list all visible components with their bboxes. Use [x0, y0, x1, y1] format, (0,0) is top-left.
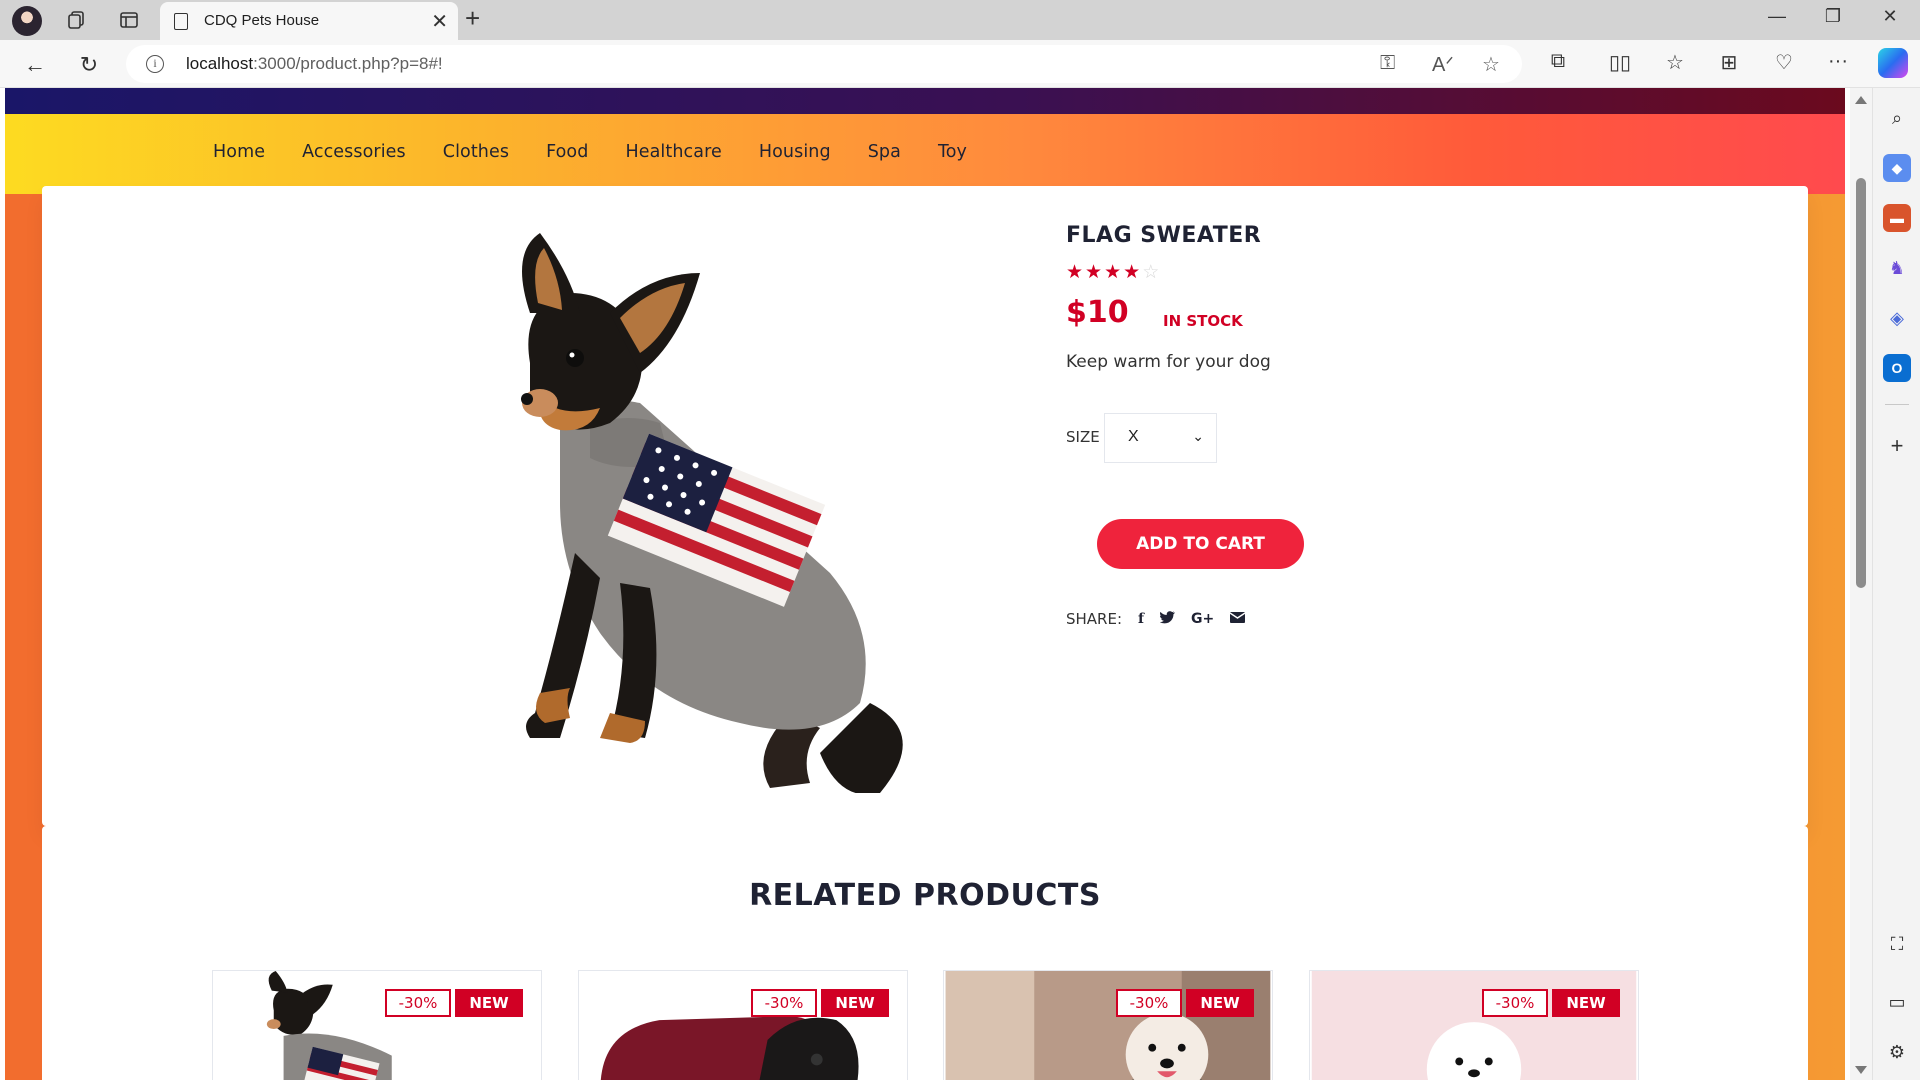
add-sidebar-app-icon[interactable]: + — [1883, 432, 1911, 460]
profile-avatar[interactable] — [12, 6, 42, 36]
more-menu-icon[interactable]: ··· — [1823, 50, 1853, 73]
page-scrollbar[interactable] — [1850, 88, 1872, 1080]
discount-badge: -30% — [1116, 989, 1182, 1017]
google-plus-icon[interactable]: G+ — [1191, 611, 1214, 627]
new-badge: NEW — [1186, 989, 1254, 1017]
nav-accessories[interactable]: Accessories — [302, 142, 406, 162]
collections-icon[interactable]: ⊞ — [1714, 50, 1744, 75]
nav-spa[interactable]: Spa — [868, 142, 901, 162]
top-header-strip — [5, 88, 1845, 114]
size-value: X — [1128, 428, 1139, 445]
back-icon[interactable]: ← — [18, 48, 52, 82]
search-icon[interactable]: ⌕ — [1883, 104, 1911, 132]
workspaces-icon[interactable] — [60, 3, 94, 37]
edge-sidebar: ⌕ ◆ ▬ ♞ ◈ O + ⛶ ▭ ⚙ — [1872, 88, 1920, 1080]
url-path: :3000/product.php?p=8#! — [253, 54, 443, 73]
browser-tab-bar: CDQ Pets House ✕ + — ❐ ✕ — [0, 0, 1920, 40]
shopping-tag-icon[interactable]: ◆ — [1883, 154, 1911, 182]
site-info-icon[interactable]: i — [146, 55, 164, 73]
sidebar-divider — [1885, 404, 1909, 405]
page-viewport: Home Accessories Clothes Food Healthcare… — [0, 88, 1850, 1080]
favorite-star-icon[interactable]: ☆ — [1482, 52, 1500, 77]
product-title: FLAG SWEATER — [1066, 223, 1262, 248]
share-row: SHARE: f G+ — [1066, 610, 1246, 628]
product-image[interactable] — [470, 223, 990, 793]
discount-badge: -30% — [1482, 989, 1548, 1017]
share-label: SHARE: — [1066, 610, 1123, 628]
scroll-down-icon[interactable] — [1855, 1066, 1867, 1074]
page-icon — [174, 13, 188, 30]
nav-housing[interactable]: Housing — [759, 142, 831, 162]
new-badge: NEW — [821, 989, 889, 1017]
discount-badge: -30% — [385, 989, 451, 1017]
chevron-down-icon: ⌄ — [1192, 428, 1204, 444]
nav-healthcare[interactable]: Healthcare — [625, 142, 721, 162]
stock-status: IN STOCK — [1163, 312, 1243, 330]
star-filled-icon: ★ — [1085, 262, 1105, 283]
product-thumbnail — [1311, 971, 1637, 1080]
star-filled-icon: ★ — [1066, 262, 1086, 283]
vertical-tabs-icon[interactable] — [112, 3, 146, 37]
extensions-icon[interactable]: ⧉ — [1543, 50, 1573, 73]
related-product-card[interactable]: -30% NEW — [212, 970, 542, 1080]
related-products-title: RELATED PRODUCTS — [749, 878, 1101, 913]
url-host: localhost — [186, 54, 254, 73]
product-thumbnail — [580, 971, 906, 1080]
envelope-icon[interactable] — [1229, 611, 1246, 627]
add-to-cart-button[interactable]: ADD TO CART — [1097, 519, 1304, 569]
tools-icon[interactable]: ▬ — [1883, 204, 1911, 232]
nav-clothes[interactable]: Clothes — [443, 142, 509, 162]
new-tab-icon[interactable]: + — [465, 3, 480, 34]
tab-active[interactable]: CDQ Pets House ✕ — [160, 2, 458, 40]
refresh-icon[interactable]: ↻ — [72, 48, 106, 82]
split-screen-icon[interactable]: ▯▯ — [1605, 50, 1635, 75]
main-navigation: Home Accessories Clothes Food Healthcare… — [213, 142, 1004, 162]
microsoft-365-icon[interactable]: ◈ — [1883, 304, 1911, 332]
favorites-icon[interactable]: ☆ — [1660, 50, 1690, 75]
twitter-icon[interactable] — [1159, 610, 1176, 628]
games-icon[interactable]: ♞ — [1883, 254, 1911, 282]
nav-food[interactable]: Food — [546, 142, 588, 162]
close-window-icon[interactable]: ✕ — [1870, 6, 1910, 27]
product-price: $10 — [1066, 295, 1129, 330]
url-text[interactable]: localhost:3000/product.php?p=8#! — [186, 54, 443, 74]
restore-icon[interactable]: ❐ — [1813, 6, 1853, 27]
read-aloud-icon[interactable]: Aᐟ — [1432, 52, 1454, 77]
size-select[interactable]: X ⌄ — [1104, 413, 1217, 463]
new-badge: NEW — [455, 989, 523, 1017]
related-product-card[interactable]: -30% NEW — [1309, 970, 1639, 1080]
discount-badge: -30% — [751, 989, 817, 1017]
browser-essentials-icon[interactable]: ♡ — [1769, 50, 1799, 75]
hide-sidebar-icon[interactable]: ▭ — [1883, 988, 1911, 1016]
minimize-icon[interactable]: — — [1757, 6, 1797, 27]
copilot-icon[interactable] — [1878, 48, 1908, 78]
close-tab-icon[interactable]: ✕ — [431, 9, 448, 34]
new-badge: NEW — [1552, 989, 1620, 1017]
size-label: SIZE — [1066, 428, 1100, 446]
facebook-icon[interactable]: f — [1138, 611, 1144, 627]
nav-toy[interactable]: Toy — [938, 142, 967, 162]
related-product-card[interactable]: -30% NEW — [578, 970, 908, 1080]
screenshot-icon[interactable]: ⛶ — [1883, 930, 1911, 958]
product-description: Keep warm for your dog — [1066, 352, 1271, 372]
toolbar: ← ↻ i localhost:3000/product.php?p=8#! ⚿… — [0, 40, 1920, 88]
product-rating: ★★★★☆ — [1066, 261, 1161, 284]
address-bar[interactable]: i localhost:3000/product.php?p=8#! ⚿ Aᐟ … — [126, 45, 1522, 83]
nav-home[interactable]: Home — [213, 142, 265, 162]
settings-gear-icon[interactable]: ⚙ — [1883, 1038, 1911, 1066]
scroll-up-icon[interactable] — [1855, 96, 1867, 104]
scrollbar-thumb[interactable] — [1856, 178, 1866, 588]
star-filled-icon: ★ — [1123, 262, 1143, 283]
product-thumbnail — [214, 971, 540, 1080]
star-empty-icon: ☆ — [1142, 262, 1162, 283]
product-thumbnail — [945, 971, 1271, 1080]
star-filled-icon: ★ — [1104, 262, 1124, 283]
related-product-card[interactable]: -30% NEW — [943, 970, 1273, 1080]
key-icon[interactable]: ⚿ — [1380, 52, 1395, 75]
tab-title: CDQ Pets House — [204, 12, 320, 29]
outlook-icon[interactable]: O — [1883, 354, 1911, 382]
